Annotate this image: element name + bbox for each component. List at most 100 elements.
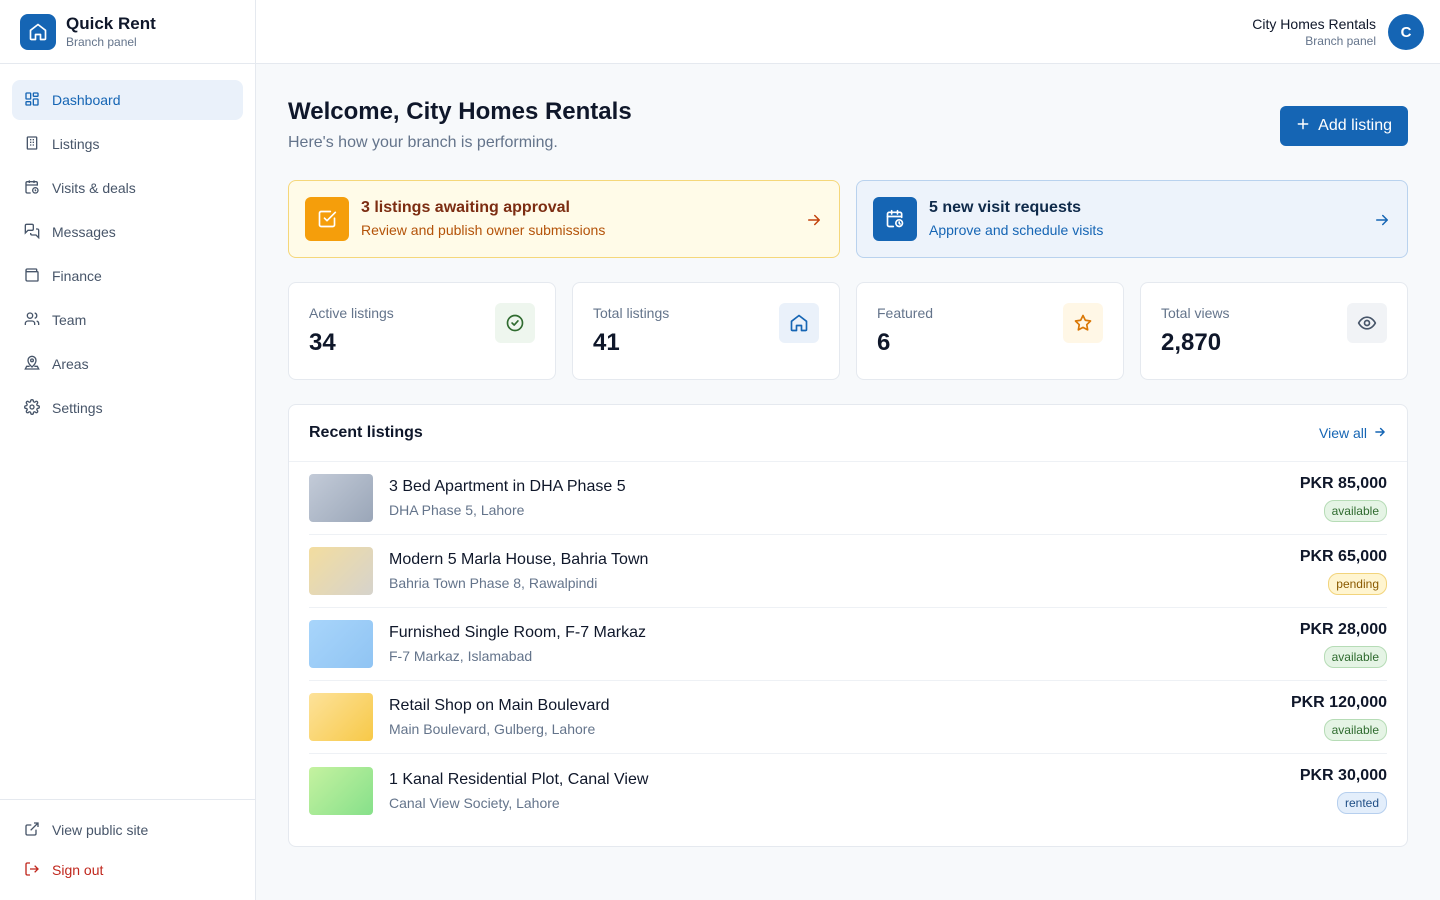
listing-thumbnail: [309, 693, 373, 741]
arrow-right-icon: [1373, 425, 1387, 442]
arrow-right-icon: [1373, 211, 1391, 234]
alert-title: 5 new visit requests: [929, 199, 1082, 216]
sidebar-item-label: Team: [52, 312, 87, 328]
status-badge: available: [1323, 646, 1387, 668]
building-icon: [24, 135, 40, 154]
sidebar-item-label: Listings: [52, 136, 100, 152]
sign-out-button[interactable]: Sign out: [12, 850, 243, 890]
listing-price: PKR 85,000: [1299, 475, 1387, 492]
stats: Active listings 34 Total listings 41 Fea…: [288, 282, 1408, 380]
home-icon: [779, 303, 819, 343]
topbar: City Homes Rentals Branch panel C: [256, 0, 1440, 64]
sign-out-icon: [24, 861, 40, 880]
sidebar-item-label: Messages: [52, 224, 116, 240]
stat-card-featured: Featured 6: [856, 282, 1124, 380]
listing-row[interactable]: 3 Bed Apartment in DHA Phase 5 DHA Phase…: [309, 462, 1387, 535]
stat-card-total-listings: Total listings 41: [572, 282, 840, 380]
star-icon: [1063, 303, 1103, 343]
alert-subtitle: Review and publish owner submissions: [361, 222, 606, 238]
sidebar-item-messages[interactable]: Messages: [12, 212, 243, 252]
listing-location: Main Boulevard, Gulberg, Lahore: [389, 721, 596, 737]
recent-listings-list: 3 Bed Apartment in DHA Phase 5 DHA Phase…: [289, 462, 1407, 827]
sidebar-item-settings[interactable]: Settings: [12, 388, 243, 428]
sidebar-item-label: Settings: [52, 400, 103, 416]
plus-icon: [1296, 117, 1310, 136]
sidebar-item-areas[interactable]: Areas: [12, 344, 243, 384]
status-badge: rented: [1336, 792, 1387, 814]
map-pin-icon: [24, 355, 40, 374]
view-public-site-link[interactable]: View public site: [12, 810, 243, 850]
listing-row[interactable]: Furnished Single Room, F-7 Markaz F-7 Ma…: [309, 608, 1387, 681]
gear-icon: [24, 398, 40, 418]
external-link-icon: [24, 821, 40, 840]
view-public-site-label: View public site: [52, 822, 149, 838]
status-badge: available: [1323, 500, 1387, 522]
page-subtitle: Here's how your branch is performing.: [288, 134, 558, 151]
brand-subtitle: Branch panel: [66, 34, 137, 49]
view-all-link[interactable]: View all: [1319, 425, 1387, 442]
listing-title: Furnished Single Room, F-7 Markaz: [389, 624, 646, 641]
listing-thumbnail: [309, 620, 373, 668]
view-all-label: View all: [1319, 425, 1367, 441]
sidebar-item-finance[interactable]: Finance: [12, 256, 243, 296]
stat-card-active-listings: Active listings 34: [288, 282, 556, 380]
sidebar-item-label: Dashboard: [52, 92, 121, 108]
sidebar-item-listings[interactable]: Listings: [12, 124, 243, 164]
sidebar-item-label: Areas: [52, 356, 89, 372]
listing-price: PKR 120,000: [1290, 694, 1387, 711]
listing-location: DHA Phase 5, Lahore: [389, 502, 525, 518]
eye-icon: [1347, 303, 1387, 343]
listing-title: 3 Bed Apartment in DHA Phase 5: [389, 478, 626, 495]
listing-title: Modern 5 Marla House, Bahria Town: [389, 551, 649, 568]
alerts: 3 listings awaiting approval Review and …: [288, 180, 1408, 258]
stat-card-total-views: Total views 2,870: [1140, 282, 1408, 380]
recent-listings-card: Recent listings View all 3 Bed Apartment…: [288, 404, 1408, 847]
user-name: City Homes Rentals: [1252, 16, 1376, 32]
sidebar-footer: View public site Sign out: [0, 799, 255, 900]
calendar-clock-icon: [873, 197, 917, 241]
status-badge: pending: [1328, 573, 1387, 595]
user-role: Branch panel: [1305, 34, 1376, 48]
brand-logo-icon: [20, 13, 56, 50]
calendar-clock-icon: [24, 179, 40, 198]
add-listing-button[interactable]: Add listing: [1280, 106, 1408, 146]
avatar[interactable]: C: [1388, 14, 1424, 50]
alert-title: 3 listings awaiting approval: [361, 199, 570, 216]
listing-price: PKR 65,000: [1299, 548, 1387, 565]
listing-title: Retail Shop on Main Boulevard: [389, 697, 610, 714]
sidebar-item-dashboard[interactable]: Dashboard: [12, 80, 243, 120]
brand[interactable]: Quick Rent Branch panel: [0, 0, 255, 64]
alert-visit-requests[interactable]: 5 new visit requests Approve and schedul…: [856, 180, 1408, 258]
users-icon: [24, 311, 40, 330]
brand-name: Quick Rent: [66, 13, 156, 33]
check-circle-icon: [495, 303, 535, 343]
checkbox-icon: [305, 197, 349, 241]
page-title: Welcome, City Homes Rentals: [288, 98, 632, 125]
recent-listings-title: Recent listings: [309, 424, 423, 441]
listing-location: F-7 Markaz, Islamabad: [389, 648, 533, 664]
sidebar-nav: Dashboard Listings Visits & deals Messag…: [0, 64, 255, 448]
listing-thumbnail: [309, 474, 373, 522]
add-listing-label: Add listing: [1318, 117, 1392, 134]
listing-thumbnail: [309, 547, 373, 595]
sidebar-item-label: Visits & deals: [52, 180, 136, 196]
listing-title: 1 Kanal Residential Plot, Canal View: [389, 770, 649, 788]
sidebar-item-label: Finance: [52, 268, 102, 284]
sign-out-label: Sign out: [52, 862, 104, 878]
status-badge: available: [1323, 719, 1387, 741]
alert-subtitle: Approve and schedule visits: [929, 222, 1104, 238]
dashboard-icon: [24, 91, 40, 110]
sidebar-item-visits-deals[interactable]: Visits & deals: [12, 168, 243, 208]
listing-price: PKR 30,000: [1299, 767, 1387, 784]
sidebar: Quick Rent Branch panel Dashboard Listin…: [0, 0, 256, 900]
user-menu[interactable]: City Homes Rentals Branch panel C: [1252, 14, 1424, 50]
wallet-icon: [24, 267, 40, 286]
listing-row[interactable]: Modern 5 Marla House, Bahria Town Bahria…: [309, 535, 1387, 608]
listing-row[interactable]: 1 Kanal Residential Plot, Canal View Can…: [309, 754, 1387, 827]
alert-pending-approvals[interactable]: 3 listings awaiting approval Review and …: [288, 180, 840, 258]
arrow-right-icon: [805, 211, 823, 234]
listing-row[interactable]: Retail Shop on Main Boulevard Main Boule…: [309, 681, 1387, 754]
listing-price: PKR 28,000: [1299, 621, 1387, 638]
listing-location: Canal View Society, Lahore: [389, 794, 560, 811]
sidebar-item-team[interactable]: Team: [12, 300, 243, 340]
